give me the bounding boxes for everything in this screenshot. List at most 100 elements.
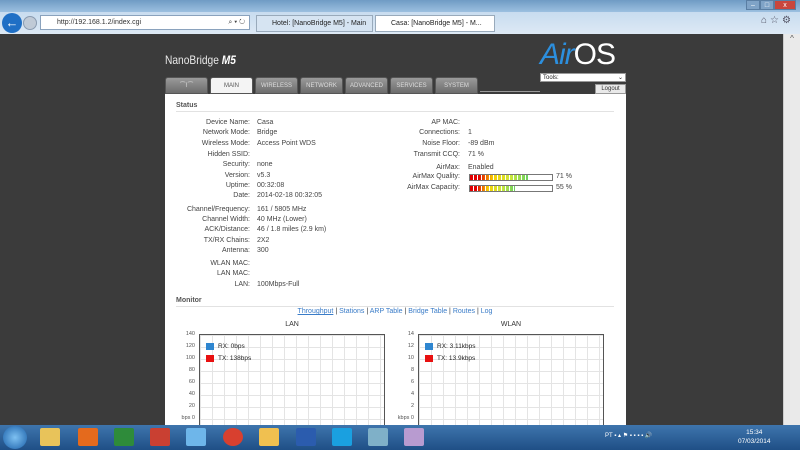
status-value: none — [257, 161, 273, 168]
separator: | — [335, 308, 338, 315]
status-label: Version: — [224, 172, 250, 179]
legend-rx: RX: 3.11kbps — [425, 343, 476, 350]
minimize-button[interactable]: – — [746, 0, 760, 10]
link-stations[interactable]: Stations — [339, 308, 364, 315]
internet-explorer-icon[interactable] — [186, 428, 206, 446]
status-value: 40 MHz (Lower) — [257, 216, 307, 223]
logout-button[interactable]: Logout — [595, 84, 626, 94]
airmax-capacity-label: AirMax Capacity: — [407, 184, 460, 191]
link-throughput[interactable]: Throughput — [298, 308, 334, 315]
status-label: Connections: — [419, 129, 460, 136]
status-label: Hidden SSID: — [207, 151, 250, 158]
tx-swatch — [425, 355, 433, 362]
status-label: Transmit CCQ: — [413, 151, 460, 158]
airmax-capacity-value: 55 % — [556, 184, 572, 191]
status-value: 300 — [257, 247, 269, 254]
status-value: 2X2 — [257, 237, 270, 244]
status-value: -89 dBm — [468, 140, 495, 147]
explorer-icon[interactable] — [40, 428, 60, 446]
system-tray[interactable]: PT ▪ ▴ ⚑ ▪ ▪ ▪ ▪ 🔊 — [605, 432, 652, 439]
legend-tx: TX: 13.9kbps — [425, 355, 475, 362]
status-label: Channel Width: — [202, 216, 250, 223]
link-arp-table[interactable]: ARP Table — [370, 308, 403, 315]
y-tick: 100 — [185, 355, 195, 361]
window-controls: – □ x — [746, 0, 796, 10]
status-value: 46 / 1.8 miles (2.9 km) — [257, 226, 327, 233]
media-player-icon[interactable] — [78, 428, 98, 446]
maximize-button[interactable]: □ — [760, 0, 774, 10]
tab-advanced[interactable]: ADVANCED — [345, 77, 388, 94]
y-unit: kbps 0 — [397, 415, 414, 421]
status-value: 71 % — [468, 151, 484, 158]
powerpoint-icon[interactable] — [150, 428, 170, 446]
airmax-quality-bar — [469, 174, 553, 181]
y-tick: 12 — [407, 343, 414, 349]
start-button[interactable] — [3, 426, 27, 449]
monitor-heading: Monitor — [176, 297, 202, 304]
scrollbar[interactable]: ^ — [783, 34, 800, 425]
y-tick: 8 — [410, 367, 414, 373]
excel-icon[interactable] — [114, 428, 134, 446]
status-label: LAN MAC: — [216, 270, 250, 277]
wlan-chart-title: WLAN — [500, 321, 522, 328]
folder-icon[interactable] — [259, 428, 279, 446]
airmax-capacity-bar — [469, 185, 553, 192]
y-tick: 40 — [188, 391, 195, 397]
product-logo: NanoBridge M5 — [165, 53, 236, 67]
y-tick: 14 — [407, 331, 414, 337]
status-label: Network Mode: — [202, 129, 250, 136]
y-tick: 4 — [410, 391, 414, 397]
paint-icon[interactable] — [404, 428, 424, 446]
separator: | — [476, 308, 479, 315]
lan-chart-title: LAN — [285, 321, 299, 328]
status-label: WLAN MAC: — [210, 260, 250, 267]
skype-icon[interactable] — [332, 428, 352, 446]
link-bridge-table[interactable]: Bridge Table — [408, 308, 447, 315]
status-value: Access Point WDS — [257, 140, 316, 147]
photo-viewer-icon[interactable] — [368, 428, 388, 446]
separator: | — [449, 308, 451, 315]
link-routes[interactable]: Routes — [453, 308, 475, 315]
status-value: 100Mbps-Full — [257, 281, 300, 288]
browser-tab-hotel[interactable]: Hotel: [NanoBridge M5] - Main — [256, 15, 373, 32]
tab-main[interactable]: MAIN — [210, 77, 253, 94]
separator: | — [404, 308, 407, 315]
status-value: 00:32:08 — [257, 182, 285, 189]
address-bar[interactable]: http://192.168.1.2/index.cgi ⌕ ▾ ↻ — [40, 15, 250, 30]
clock-date: 07/03/2014 — [738, 438, 771, 445]
tab-wireless[interactable]: WIRELESS — [255, 77, 298, 94]
clock[interactable]: 15:34 07/03/2014 — [738, 428, 771, 446]
rx-swatch — [425, 343, 433, 350]
language-indicator[interactable]: PT — [605, 433, 613, 439]
y-tick: 80 — [188, 367, 195, 373]
airmax-quality-value: 71 % — [556, 173, 572, 180]
chrome-icon[interactable] — [223, 428, 243, 446]
forward-button[interactable] — [23, 16, 37, 30]
tab-network[interactable]: NETWORK — [300, 77, 343, 94]
status-label: Channel/Frequency: — [186, 206, 250, 213]
y-tick: 20 — [188, 403, 195, 409]
status-label: Antenna: — [221, 247, 250, 254]
status-value: Bridge — [257, 129, 278, 136]
chevron-down-icon: ⌄ — [617, 75, 623, 81]
status-label: AP MAC: — [431, 119, 460, 126]
close-button[interactable]: x — [774, 0, 796, 10]
link-log[interactable]: Log — [481, 308, 493, 315]
word-icon[interactable] — [296, 428, 316, 446]
status-label: ACK/Distance: — [204, 226, 250, 233]
tools-select[interactable]: Tools: ⌄ — [540, 73, 626, 82]
lan-chart: RX: 0bps TX: 138bps — [199, 334, 385, 426]
tab-system[interactable]: SYSTEM — [435, 77, 478, 94]
browser-tab-casa[interactable]: Casa: [NanoBridge M5] - M... — [375, 15, 495, 32]
status-value: 1 — [468, 129, 472, 136]
tab-ubnt-logo[interactable]: ⁀⌇⁀ — [165, 77, 208, 94]
search-refresh-icons[interactable]: ⌕ ▾ ↻ — [228, 19, 245, 27]
home-favorites-settings-icons[interactable]: ⌂☆⚙ — [761, 15, 794, 26]
status-value: Casa — [257, 119, 274, 126]
back-button[interactable]: ← — [2, 13, 22, 33]
tab-services[interactable]: SERVICES — [390, 77, 433, 94]
tab-divider — [480, 91, 540, 92]
window-titlebar — [0, 0, 800, 12]
url-text: http://192.168.1.2/index.cgi — [57, 19, 142, 26]
y-tick: 60 — [188, 379, 195, 385]
